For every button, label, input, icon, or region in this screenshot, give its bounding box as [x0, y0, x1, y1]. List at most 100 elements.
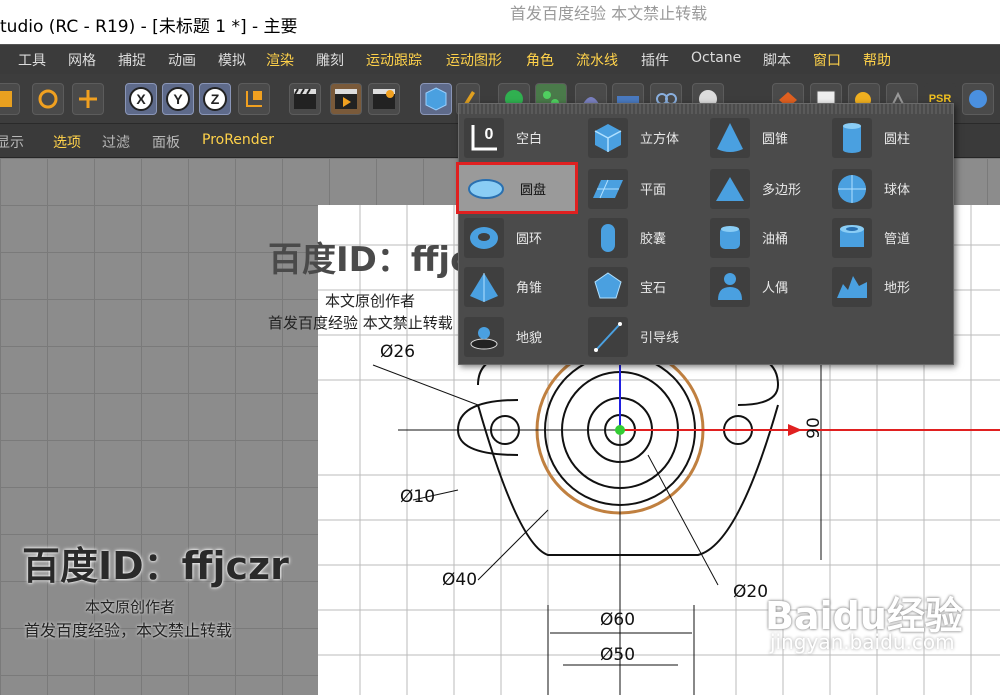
y-axis-lock-button[interactable]: Y — [162, 83, 194, 115]
coordinate-system-icon — [246, 91, 262, 107]
menu-item-mograph[interactable]: 运动图形 — [446, 50, 502, 70]
render-view-button[interactable] — [289, 83, 321, 115]
polygon-icon — [710, 168, 750, 209]
capsule-icon — [588, 217, 628, 258]
sphere-icon — [832, 168, 872, 209]
baidu-url: jingyan.baidu.com — [770, 630, 955, 654]
window-title: tudio (RC - R19) - [未标题 1 *] - 主要 — [0, 17, 298, 37]
popup-item-cone[interactable]: 圆锥 — [710, 115, 788, 160]
rotate-icon — [38, 89, 58, 109]
viewport-menu-options[interactable]: 选项 — [53, 132, 81, 152]
popup-item-platonic[interactable]: 宝石 — [588, 264, 666, 309]
popup-item-cylinder[interactable]: 圆柱 — [832, 115, 910, 160]
watermark-author-bottom: 本文原创作者 — [85, 598, 176, 616]
watermark-rule-middle: 首发百度经验 本文禁止转载 — [268, 314, 453, 332]
y-axis-icon: Y — [166, 87, 190, 111]
viewport-menu-prorender[interactable]: ProRender — [202, 132, 274, 148]
menu-item-simulate[interactable]: 模拟 — [218, 50, 246, 70]
svg-text:0: 0 — [485, 126, 494, 143]
z-axis-icon: Z — [203, 87, 227, 111]
relief-icon — [464, 316, 504, 357]
viewport-menu-panel[interactable]: 面板 — [152, 132, 180, 152]
oil-tank-icon — [710, 217, 750, 258]
menu-item-help[interactable]: 帮助 — [863, 50, 891, 70]
menu-item-snap[interactable]: 捕捉 — [118, 50, 146, 70]
cube-icon — [425, 87, 447, 111]
popup-item-relief[interactable]: 地貌 — [464, 314, 542, 359]
x-axis-arrow — [788, 424, 802, 436]
popup-item-tube[interactable]: 管道 — [832, 215, 910, 260]
viewport-menu-display[interactable]: 显示 — [0, 132, 24, 152]
x-axis-lock-button[interactable]: X — [125, 83, 157, 115]
clapper-icon — [294, 88, 316, 109]
popup-item-sphere[interactable]: 球体 — [832, 166, 910, 211]
disc-icon — [464, 169, 508, 209]
menu-item-plugins[interactable]: 插件 — [641, 50, 669, 70]
scale-tool-button[interactable] — [0, 83, 20, 115]
watermark-rule-bottom: 首发百度经验，本文禁止转载 — [24, 621, 233, 640]
dimension-d20: Ø20 — [733, 582, 769, 602]
watermark-id-bottom: 百度ID：ffjczr — [22, 544, 289, 588]
popup-grip[interactable] — [459, 104, 953, 114]
extra-tool-button[interactable] — [962, 83, 994, 115]
menu-item-script[interactable]: 脚本 — [763, 50, 791, 70]
guide-icon — [588, 316, 628, 357]
popup-item-capsule[interactable]: 胶囊 — [588, 215, 666, 260]
popup-item-plane[interactable]: 平面 — [588, 166, 666, 211]
landscape-icon — [832, 266, 872, 307]
tube-icon — [832, 217, 872, 258]
dimension-d60: Ø60 — [600, 610, 636, 630]
watermark-top: 首发百度经验 本文禁止转载 — [510, 4, 708, 23]
z-axis-lock-button[interactable]: Z — [199, 83, 231, 115]
viewport-menu-filter[interactable]: 过滤 — [102, 132, 130, 152]
plus-icon — [79, 90, 97, 108]
svg-text:X: X — [136, 91, 146, 107]
rotate-tool-button[interactable] — [32, 83, 64, 115]
svg-text:Z: Z — [211, 91, 220, 107]
plane-icon — [588, 168, 628, 209]
popup-item-polygon[interactable]: 多边形 — [710, 166, 801, 211]
popup-item-landscape[interactable]: 地形 — [832, 264, 910, 309]
render-settings-button[interactable] — [368, 83, 400, 115]
menu-item-animate[interactable]: 动画 — [168, 50, 196, 70]
popup-item-disc[interactable]: 圆盘 — [464, 166, 546, 211]
render-to-picture-viewer-button[interactable] — [330, 83, 362, 115]
scale-icon — [0, 91, 12, 107]
figure-icon — [710, 266, 750, 307]
svg-text:Y: Y — [173, 91, 183, 107]
menu-item-mesh[interactable]: 网格 — [68, 50, 96, 70]
menu-item-character[interactable]: 角色 — [526, 50, 554, 70]
popup-item-guide[interactable]: 引导线 — [588, 314, 679, 359]
dimension-d26: Ø26 — [380, 342, 416, 362]
c4d-window: tudio (RC - R19) - [未标题 1 *] - 主要 首发百度经验… — [0, 0, 1000, 695]
popup-item-pyramid[interactable]: 角锥 — [464, 264, 542, 309]
dimension-d10: Ø10 — [400, 487, 436, 507]
menu-item-pipeline[interactable]: 流水线 — [576, 50, 618, 70]
popup-item-oil-tank[interactable]: 油桶 — [710, 215, 788, 260]
popup-item-cube[interactable]: 立方体 — [588, 115, 679, 160]
add-tool-button[interactable] — [72, 83, 104, 115]
platonic-icon — [588, 266, 628, 307]
popup-item-torus[interactable]: 圆环 — [464, 215, 542, 260]
clapper-gear-icon — [373, 89, 395, 109]
dimension-d50: Ø50 — [600, 645, 636, 665]
cylinder-icon — [832, 117, 872, 158]
popup-item-figure[interactable]: 人偶 — [710, 264, 788, 309]
menu-item-window[interactable]: 窗口 — [813, 50, 841, 70]
menu-item-render[interactable]: 渲染 — [266, 50, 294, 70]
add-cube-button[interactable] — [420, 83, 452, 115]
menu-item-sculpt[interactable]: 雕刻 — [316, 50, 344, 70]
torus-icon — [464, 217, 504, 258]
x-axis-icon: X — [129, 87, 153, 111]
menu-item-motion-tracking[interactable]: 运动跟踪 — [366, 50, 422, 70]
popup-item-null[interactable]: 0 空白 — [464, 115, 542, 160]
cone-icon — [710, 117, 750, 158]
menu-item-tools[interactable]: 工具 — [18, 50, 46, 70]
menu-bar: 工具 网格 捕捉 动画 模拟 渲染 雕刻 运动跟踪 运动图形 角色 流水线 插件… — [0, 44, 1000, 74]
extra-tool-icon — [969, 90, 987, 108]
watermark-author-middle: 本文原创作者 — [325, 292, 416, 310]
coordinate-system-button[interactable] — [238, 83, 270, 115]
menu-item-octane[interactable]: Octane — [691, 50, 741, 66]
pyramid-icon — [464, 266, 504, 307]
title-bar: tudio (RC - R19) - [未标题 1 *] - 主要 — [0, 0, 1000, 44]
